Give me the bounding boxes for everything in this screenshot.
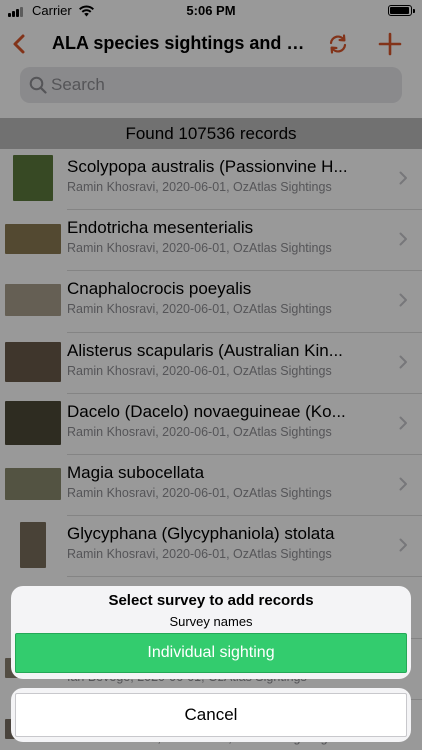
cancel-button[interactable]: Cancel (15, 693, 407, 737)
individual-sighting-button[interactable]: Individual sighting (15, 633, 407, 673)
action-sheet-title: Select survey to add records (108, 592, 314, 609)
cancel-sheet: Cancel (11, 688, 411, 742)
action-sheet: Select survey to add records Survey name… (11, 586, 411, 679)
action-sheet-message: Survey names (169, 614, 253, 629)
